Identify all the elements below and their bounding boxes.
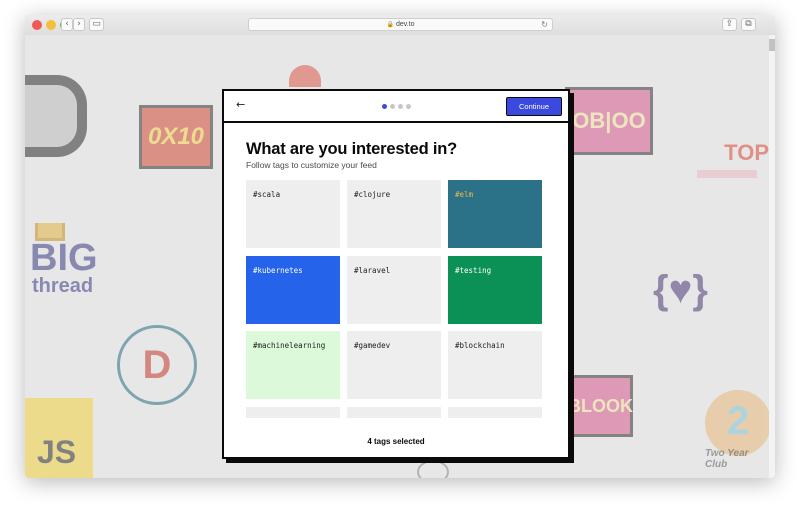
page-scrollbar[interactable] [769, 35, 775, 478]
sticker-0x10: 0X10 [139, 105, 213, 169]
sticker-two-year-club: Two Year Club [705, 448, 749, 470]
tag-card[interactable]: #scala [246, 180, 340, 248]
tag-card[interactable] [448, 406, 542, 418]
forward-button[interactable]: › [73, 18, 85, 31]
tag-card[interactable]: #machinelearning [246, 331, 340, 399]
close-window-button[interactable] [32, 20, 42, 30]
tag-card[interactable] [246, 406, 340, 418]
tag-card[interactable]: #laravel [347, 255, 441, 324]
sticker-top-label: TOP [724, 140, 769, 165]
sticker-three [25, 75, 87, 157]
sticker-thread: thread [32, 275, 94, 297]
sticker-two: 2 [705, 390, 769, 456]
address-bar[interactable]: 🔒 dev.to ↻ [248, 18, 553, 31]
tag-card[interactable] [347, 406, 441, 418]
lock-icon: 🔒 [386, 21, 394, 28]
step-dot [406, 104, 411, 109]
browser-toolbar: ‹ › ▭ 🔒 dev.to ↻ ⇪ ⧉ [25, 15, 775, 36]
modal-title: What are you interested in? [246, 140, 457, 158]
tag-grid: #scala #clojure #elm #kubernetes #laravel #te… [246, 180, 550, 418]
continue-button[interactable]: Continue [506, 97, 562, 116]
back-arrow-icon[interactable]: ← [236, 98, 245, 111]
sticker-top: TOP [693, 140, 769, 228]
tag-card[interactable]: #kubernetes [246, 255, 340, 324]
sticker-top-partial [289, 65, 321, 87]
sticker-blook: BLOOK [565, 375, 633, 437]
minimize-window-button[interactable] [46, 20, 56, 30]
onboarding-modal: ← Continue What are you interested in? F… [222, 89, 570, 459]
tag-card[interactable]: #testing [448, 255, 542, 324]
tag-card[interactable]: #clojure [347, 180, 441, 248]
modal-subtitle: Follow tags to customize your feed [246, 160, 377, 170]
step-dot [390, 104, 395, 109]
selected-count: 4 tags selected [367, 437, 425, 446]
page-scrollbar-thumb[interactable] [769, 39, 775, 51]
chat-icon [417, 460, 449, 478]
back-button[interactable]: ‹ [61, 18, 73, 31]
sticker-ob: OB|OO [565, 87, 653, 155]
tabs-overview-icon[interactable]: ⧉ [741, 18, 756, 31]
modal-header: ← Continue [224, 91, 568, 123]
page-content: 0X10 BIG thread D JS OB|OO TOP {♥} BLOOK… [25, 35, 769, 478]
sticker-d-badge: D [117, 325, 197, 405]
sticker-js: JS [25, 398, 93, 478]
url-text: dev.to [395, 21, 415, 28]
tag-card[interactable]: #blockchain [448, 331, 542, 399]
step-dot [398, 104, 403, 109]
sidebar-toggle-icon[interactable]: ▭ [89, 18, 104, 31]
tag-card[interactable]: #gamedev [347, 331, 441, 399]
share-icon[interactable]: ⇪ [722, 18, 737, 31]
step-dot [382, 104, 387, 109]
step-indicator [382, 104, 414, 110]
heart-icon: {♥} [653, 268, 708, 312]
reload-icon[interactable]: ↻ [541, 19, 548, 30]
sticker-top-stripe [697, 170, 757, 178]
tag-card[interactable]: #elm [448, 180, 542, 248]
browser-window: ‹ › ▭ 🔒 dev.to ↻ ⇪ ⧉ 0X10 BIG thread D JS… [25, 15, 775, 478]
sticker-big: BIG [30, 237, 98, 279]
